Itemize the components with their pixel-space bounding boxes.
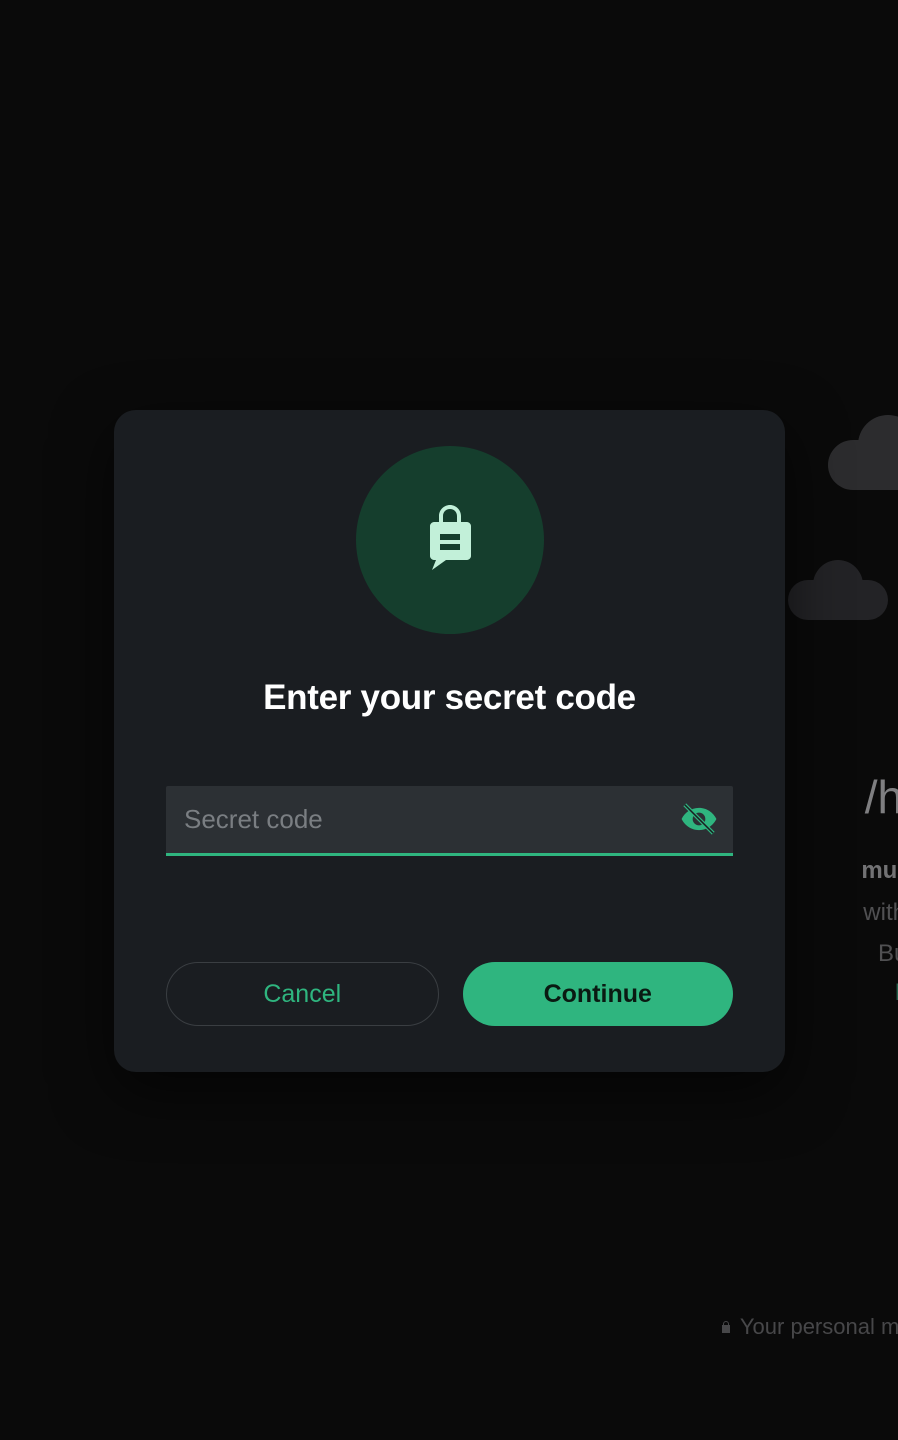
app-title-fragment: /hats [861, 770, 898, 824]
background-text: /hats multi-age with up to Busine Lea [861, 770, 898, 1007]
button-row: Cancel Continue [166, 962, 733, 1026]
modal-title: Enter your secret code [166, 678, 733, 718]
secret-code-input[interactable] [166, 786, 733, 856]
subtitle-line-1: multi-age [861, 854, 898, 888]
footer-encryption-notice: Your personal messag [720, 1314, 898, 1340]
subtitle-line-3: Busine [861, 937, 898, 971]
modal-icon-container [356, 446, 544, 634]
input-container [166, 786, 733, 856]
toggle-visibility-button[interactable] [679, 801, 719, 841]
subtitle-line-2: with up to [861, 896, 898, 930]
locked-chat-icon [406, 494, 494, 587]
cancel-button[interactable]: Cancel [166, 962, 439, 1026]
lock-icon [720, 1314, 732, 1340]
footer-text: Your personal messag [740, 1314, 898, 1340]
learn-more-link-fragment: Lea [861, 979, 898, 1007]
continue-button[interactable]: Continue [463, 962, 734, 1026]
secret-code-modal: Enter your secret code Cancel Continue [114, 410, 785, 1072]
eye-off-icon [680, 800, 718, 843]
